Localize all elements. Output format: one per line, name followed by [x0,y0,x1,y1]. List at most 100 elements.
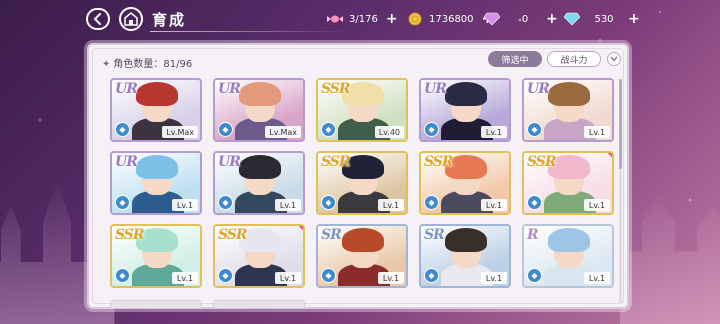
level-label: Lv.Max [162,126,198,138]
level-label: Lv.1 [172,272,198,284]
title-underline [150,31,350,32]
character-card[interactable]: SR ◆ Lv.1 [419,224,511,288]
attribute-icon: ◆ [321,268,336,283]
rarity-badge: UR [527,81,550,97]
attribute-icon: ◆ [527,195,542,210]
rarity-badge: SSR [321,81,351,97]
character-count-label: ✦ 角色数量：81/96 [102,55,192,70]
rarity-badge: R [527,227,539,243]
character-card[interactable]: SSR ◆ Lv.1 [110,224,202,288]
home-button[interactable] [119,7,143,31]
scrollbar[interactable] [619,79,622,303]
level-label: Lv.1 [584,199,610,211]
candy-icon [327,11,343,27]
character-card[interactable]: UR ◆ Lv.1 [213,151,305,215]
back-button[interactable] [86,8,110,30]
character-card[interactable]: UR ◆ Lv.1 [522,78,614,142]
resource-candy: 3/176 + [327,10,398,28]
attribute-icon: ◆ [527,122,542,137]
character-panel: ✦ 角色数量：81/96 筛选中 战斗力 UR ◆ Lv.Max UR ◆ Lv.Max SS… [87,43,629,309]
coin-icon [407,11,423,27]
add-pink-diamond-button[interactable]: + [546,11,558,27]
filter-button[interactable]: 筛选中 [488,51,542,67]
character-grid: UR ◆ Lv.Max UR ◆ Lv.Max SSR ◆ Lv.40 UR ◆ Lv.1 UR ◆ Lv.… [110,78,615,308]
chevron-down-icon [610,56,618,62]
level-label: Lv.1 [481,199,507,211]
portrait-hair [136,155,178,179]
level-label: Lv.Max [265,126,301,138]
level-label: Lv.1 [584,126,610,138]
rarity-badge: UR [218,154,241,170]
level-label: Lv.1 [481,126,507,138]
attribute-icon: ◆ [424,195,439,210]
character-card[interactable]: UR ◆ Lv.1 [110,151,202,215]
resource-blue-diamond: 530 + [564,10,640,28]
attribute-icon: ◆ [218,122,233,137]
character-card[interactable]: UR ◆ Lv.1 [419,78,511,142]
pink-diamond-icon [484,11,500,27]
level-label: Lv.1 [275,199,301,211]
character-card[interactable]: SSR ◆ Lv.1 [419,151,511,215]
character-card[interactable]: R ◆ Lv.1 [522,224,614,288]
top-bar: 育成 3/176 + 1736800 + 0 + 530 + [0,0,720,38]
portrait-hair [548,228,590,252]
level-label: Lv.1 [378,199,404,211]
rarity-badge: SSR [424,154,454,170]
next-row-peek [110,300,615,308]
character-card[interactable]: UR ◆ Lv.Max [213,78,305,142]
rarity-badge: SSR [527,154,557,170]
character-card[interactable]: UR ◆ Lv.Max [110,78,202,142]
portrait-hair [548,82,590,106]
resource-pink-diamond: 0 + [484,10,558,28]
home-icon [124,12,138,26]
blue-diamond-value: 530 [594,13,614,25]
blue-diamond-icon [564,11,580,27]
sort-button[interactable]: 战斗力 [547,51,601,67]
add-blue-diamond-button[interactable]: + [628,11,640,27]
back-arrow-icon [93,13,101,25]
rarity-badge: UR [218,81,241,97]
resource-gold: 1736800 + [407,10,493,28]
scrollbar-thumb[interactable] [619,79,622,169]
portrait-hair [445,82,487,106]
portrait-hair [239,82,281,106]
rarity-badge: SR [424,227,445,243]
character-card[interactable]: SSR ◆ Lv.1 [522,151,614,215]
portrait-hair [445,228,487,252]
rarity-badge: SSR [218,227,248,243]
attribute-icon: ◆ [527,268,542,283]
count-diamond-icon: ✦ [102,59,111,70]
character-card[interactable]: SSR ◆ Lv.1 [213,224,305,288]
rarity-badge: UR [424,81,447,97]
level-label: Lv.1 [584,272,610,284]
sort-direction-button[interactable] [607,52,621,66]
page-title: 育成 [152,11,187,29]
rarity-badge: UR [115,81,138,97]
attribute-icon: ◆ [321,122,336,137]
attribute-icon: ◆ [115,195,130,210]
character-card[interactable]: SSR ◆ Lv.40 [316,78,408,142]
card-peek [110,300,202,308]
rarity-badge: SSR [115,227,145,243]
gold-value: 1736800 [429,13,474,25]
character-card[interactable]: SSR ◆ Lv.1 [316,151,408,215]
character-count-text: 角色数量：81/96 [113,59,193,70]
level-label: Lv.40 [374,126,404,138]
portrait-hair [136,82,178,106]
pink-diamond-value: 0 [521,13,529,25]
card-peek [213,300,305,308]
portrait-hair [239,155,281,179]
level-label: Lv.1 [378,272,404,284]
candy-value: 3/176 [349,13,378,25]
rarity-badge: SR [321,227,342,243]
attribute-icon: ◆ [218,195,233,210]
add-candy-button[interactable]: + [386,11,398,27]
attribute-icon: ◆ [424,122,439,137]
attribute-icon: ◆ [115,122,130,137]
level-label: Lv.1 [172,199,198,211]
rarity-badge: SSR [321,154,351,170]
character-card[interactable]: SR ◆ Lv.1 [316,224,408,288]
level-label: Lv.1 [481,272,507,284]
attribute-icon: ◆ [218,268,233,283]
attribute-icon: ◆ [424,268,439,283]
